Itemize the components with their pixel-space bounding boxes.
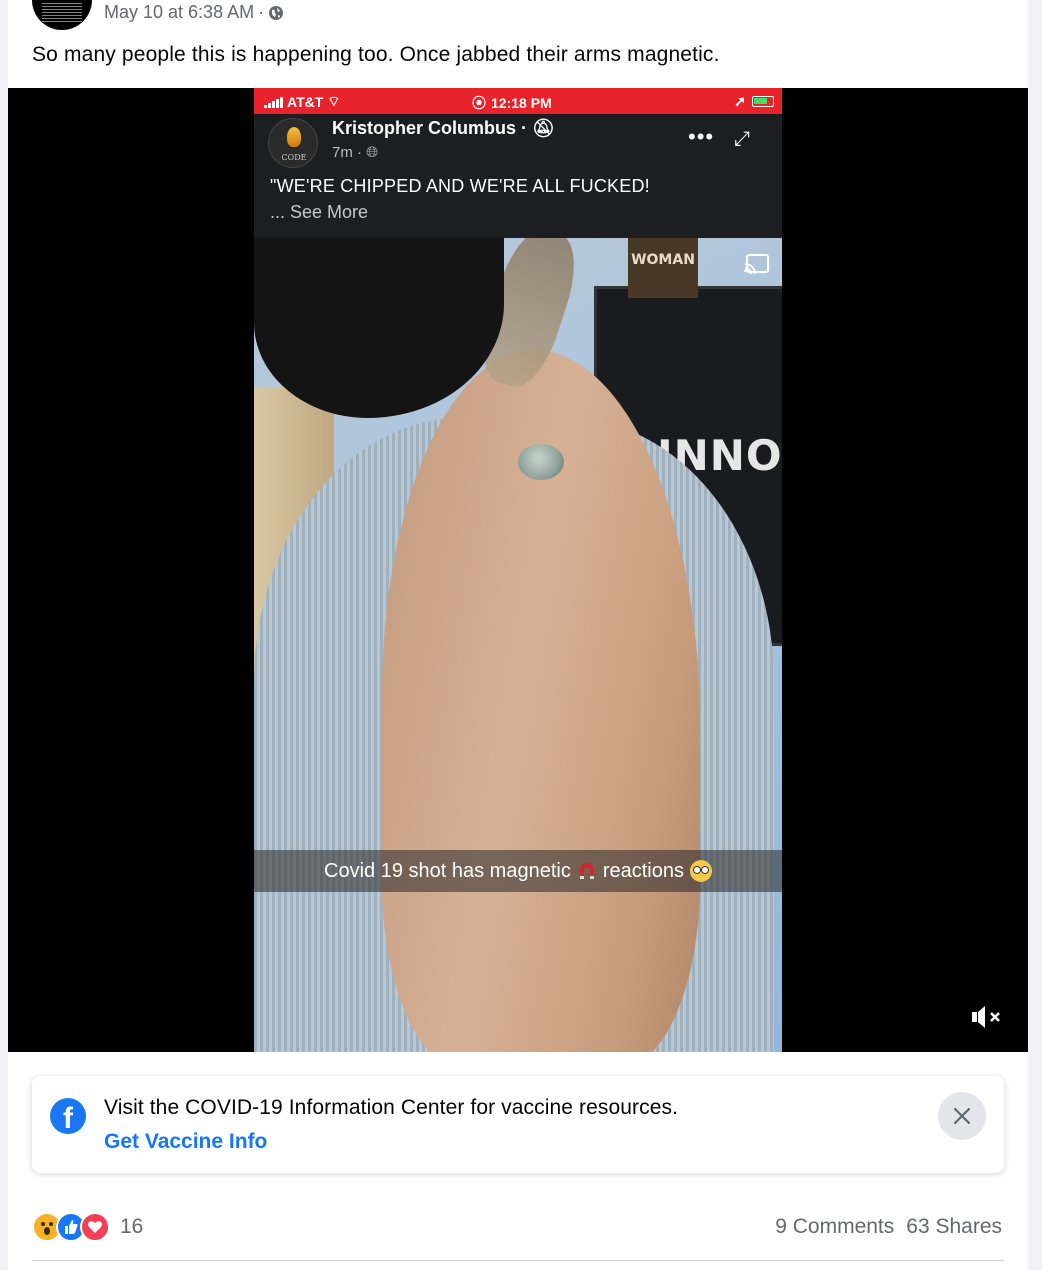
- signal-icon: [264, 96, 283, 108]
- mute-volume-icon[interactable]: [970, 1002, 1004, 1032]
- post-meta: May 10 at 6:38 AM ·: [104, 2, 284, 23]
- status-time-text: 12:18 PM: [491, 95, 552, 111]
- get-vaccine-info-link[interactable]: Get Vaccine Info: [104, 1130, 267, 1154]
- facebook-logo-icon: f: [50, 1098, 86, 1134]
- covid-info-center-banner: f Visit the COVID-19 Information Center …: [32, 1076, 1004, 1173]
- globe-icon: [269, 5, 284, 20]
- location-icon: ➚: [734, 93, 746, 109]
- shares-count[interactable]: 63 Shares: [906, 1215, 1002, 1239]
- post-text: So many people this is happening too. On…: [32, 43, 720, 66]
- cast-icon[interactable]: [744, 254, 770, 274]
- video-scene: INNOCE WOMAN Covid 19 shot has magnetic: [254, 238, 782, 1052]
- page-avatar-text: CODE: [281, 153, 307, 162]
- battery-icon: [752, 96, 774, 107]
- footer-divider: [32, 1260, 1004, 1261]
- status-carrier: AT&T ⌔: [264, 93, 340, 111]
- magnet-icon: [579, 863, 594, 879]
- meta-separator: ·: [258, 2, 265, 22]
- close-icon: [953, 1107, 971, 1125]
- scene-magnet: [518, 444, 564, 480]
- engagement-counts: 9 Comments 63 Shares: [775, 1215, 1002, 1239]
- reaction-summary[interactable]: 16: [32, 1212, 143, 1242]
- flame-icon: [287, 127, 301, 147]
- status-time: ⦿ 12:18 PM: [472, 93, 552, 113]
- video-frame: INNOCE WOMAN Covid 19 shot has magnetic: [254, 88, 782, 1052]
- status-right: ➚: [734, 93, 774, 110]
- shared-post-header: CODE Kristopher Columbus · 🔕︎ 7m · 🌐︎ ••…: [254, 114, 782, 238]
- video-caption: Covid 19 shot has magnetic reactions: [254, 850, 782, 892]
- shared-post-time: 7m · 🌐︎: [332, 144, 378, 161]
- close-banner-button[interactable]: [938, 1092, 986, 1140]
- shared-globe-icon: · 🌐︎: [357, 144, 379, 161]
- phone-status-bar: AT&T ⌔ ⦿ 12:18 PM ➚: [254, 88, 782, 114]
- comments-count[interactable]: 9 Comments: [775, 1215, 894, 1239]
- page-avatar: CODE: [268, 118, 318, 168]
- author-avatar[interactable]: [32, 0, 92, 30]
- reaction-count: 16: [120, 1215, 144, 1238]
- scene-poster: WOMAN: [628, 238, 698, 298]
- post-timestamp[interactable]: May 10 at 6:38 AM: [104, 2, 254, 23]
- record-icon: ⦿: [472, 95, 486, 111]
- wifi-icon: ⌔: [327, 93, 341, 109]
- carrier-name: AT&T: [287, 94, 324, 110]
- info-center-message: Visit the COVID-19 Information Center fo…: [104, 1096, 679, 1119]
- page-name-text: Kristopher Columbus: [332, 118, 517, 138]
- shared-post-time-text: 7m: [332, 144, 353, 161]
- flushed-face-icon: [689, 860, 712, 882]
- more-options-icon: •••: [688, 124, 715, 149]
- mute-notifications-icon: · 🔕︎: [521, 118, 555, 138]
- expand-icon: ⤢: [734, 128, 750, 150]
- see-more-link: ... See More: [270, 202, 369, 222]
- page-name: Kristopher Columbus · 🔕︎: [332, 118, 555, 139]
- video-player[interactable]: INNOCE WOMAN Covid 19 shot has magnetic: [8, 88, 1028, 1052]
- post-card: May 10 at 6:38 AM · So many people this …: [8, 0, 1028, 1270]
- love-reaction-icon: [80, 1212, 110, 1242]
- caption-text-before: Covid 19 shot has magnetic: [324, 859, 571, 882]
- shared-post-quote: "WE'RE CHIPPED AND WE'RE ALL FUCKED!: [270, 176, 650, 196]
- caption-text-after: reactions: [602, 859, 684, 882]
